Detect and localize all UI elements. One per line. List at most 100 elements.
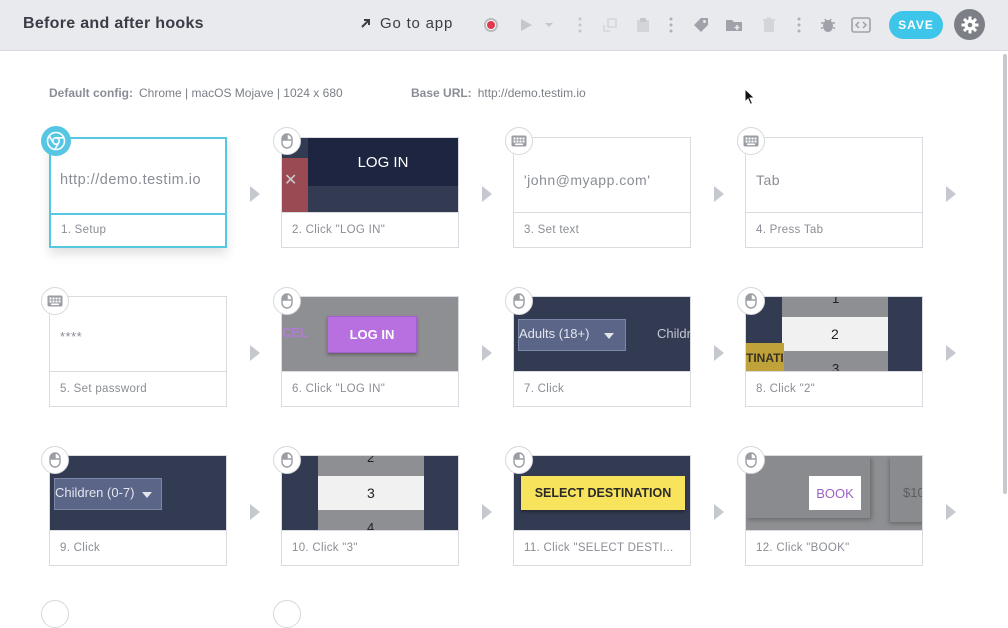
record-icon	[484, 18, 498, 32]
mouse-icon	[273, 600, 301, 628]
next-arrow-icon	[714, 345, 724, 361]
settings-button[interactable]	[954, 9, 985, 40]
step-thumbnail: ✕ LOG IN	[282, 138, 458, 213]
step-thumb-text: Children (0-7)	[55, 485, 135, 500]
vertical-dots-icon	[578, 17, 582, 33]
more-options-button[interactable]	[571, 16, 589, 34]
step-card-9[interactable]: Children (0-7) 9. Click	[49, 455, 227, 566]
next-arrow-icon	[482, 186, 492, 202]
more-options-button-2[interactable]	[662, 16, 680, 34]
base-url-label: Base URL:	[411, 86, 472, 100]
step-label: 3. Set text	[524, 224, 580, 236]
paste-button[interactable]	[634, 16, 652, 34]
base-url[interactable]: Base URL: http://demo.testim.io	[411, 86, 586, 100]
step-card-6[interactable]: CEL LOG IN 6. Click "LOG IN"	[281, 296, 459, 407]
record-button[interactable]	[482, 16, 500, 34]
step-thumb-text: Tab	[756, 172, 781, 188]
play-options-dropdown[interactable]	[542, 16, 556, 34]
keyboard-icon	[505, 127, 533, 155]
scrollbar-thumb[interactable]	[1003, 54, 1007, 494]
mouse-icon	[505, 287, 533, 315]
step-label: 2. Click "LOG IN"	[292, 224, 386, 236]
step-thumb-text: LOG IN	[357, 153, 409, 171]
play-button[interactable]	[517, 16, 535, 34]
step-thumb-text-4: TINATI	[746, 351, 784, 365]
clipboard-icon	[637, 18, 649, 32]
mouse-icon	[273, 446, 301, 474]
next-arrow-icon	[250, 345, 260, 361]
step-card-3[interactable]: 'john@myapp.com' 3. Set text	[513, 137, 691, 248]
step-thumb-text-3: 4	[367, 520, 375, 531]
chevron-down-icon	[604, 333, 614, 339]
step-card-2[interactable]: ✕ LOG IN 2. Click "LOG IN"	[281, 137, 459, 248]
mouse-icon	[737, 446, 765, 474]
close-icon: ✕	[284, 172, 298, 189]
step-thumb-text: BOOK	[809, 476, 861, 510]
step-thumb-text: http://demo.testim.io	[60, 172, 202, 188]
mouse-icon	[737, 287, 765, 315]
code-icon	[851, 17, 871, 33]
step-thumbnail: http://demo.testim.io	[51, 139, 227, 215]
more-options-button-3[interactable]	[790, 16, 808, 34]
step-label: 10. Click "3"	[292, 542, 358, 554]
step-card-8[interactable]: TINATI 1 2 3 8. Click "2"	[745, 296, 923, 407]
step-card-5[interactable]: **** 5. Set password	[49, 296, 227, 407]
step-card-12[interactable]: BOOK $10 12. Click "BOOK"	[745, 455, 923, 566]
step-label: 1. Setup	[61, 224, 107, 236]
step-thumb-text: 3	[367, 485, 375, 501]
default-config[interactable]: Default config: Chrome | macOS Mojave | 1…	[49, 86, 343, 100]
code-button[interactable]	[851, 16, 871, 34]
go-to-app-button[interactable]: Go to app	[360, 15, 453, 32]
step-thumb-text: SELECT DESTINATION	[521, 476, 685, 510]
play-icon	[521, 19, 532, 31]
step-card-10[interactable]: 2 3 4 10. Click "3"	[281, 455, 459, 566]
base-url-value: http://demo.testim.io	[477, 86, 586, 100]
step-label: 4. Press Tab	[756, 224, 824, 236]
scrollbar[interactable]	[1002, 52, 1008, 494]
mouse-icon	[41, 446, 69, 474]
step-thumbnail: BOOK $10	[746, 456, 922, 531]
step-thumbnail: 'john@myapp.com'	[514, 138, 690, 213]
step-thumbnail: SELECT DESTINATION	[514, 456, 690, 531]
step-thumbnail: Adults (18+) Childr	[514, 297, 690, 372]
mouse-icon	[41, 600, 69, 628]
next-arrow-icon	[714, 186, 724, 202]
add-to-folder-button[interactable]	[725, 16, 743, 34]
next-arrow-icon	[946, 345, 956, 361]
tag-button[interactable]	[692, 16, 710, 34]
keyboard-icon	[41, 287, 69, 315]
folder-plus-icon	[726, 20, 742, 31]
save-button[interactable]: SAVE	[889, 11, 943, 39]
trash-icon	[763, 17, 775, 32]
next-arrow-icon	[714, 504, 724, 520]
chevron-down-icon	[545, 23, 553, 27]
step-label: 6. Click "LOG IN"	[292, 383, 386, 395]
step-card-4[interactable]: Tab 4. Press Tab	[745, 137, 923, 248]
vertical-dots-icon	[669, 17, 673, 33]
default-config-label: Default config:	[49, 86, 133, 100]
chevron-down-icon	[142, 492, 152, 498]
step-card-1[interactable]: http://demo.testim.io 1. Setup	[49, 137, 227, 248]
next-arrow-icon	[482, 504, 492, 520]
delete-button[interactable]	[760, 16, 778, 34]
page-title: Before and after hooks	[23, 15, 204, 32]
step-thumb-text-2: 2	[367, 456, 375, 465]
mouse-cursor-icon	[744, 88, 756, 106]
step-thumbnail: Tab	[746, 138, 922, 213]
step-label: 9. Click	[60, 542, 101, 554]
step-thumbnail: Children (0-7)	[50, 456, 226, 531]
step-card-7[interactable]: Adults (18+) Childr 7. Click	[513, 296, 691, 407]
step-thumb-text-2: $10	[903, 485, 922, 500]
chrome-icon	[41, 126, 71, 156]
step-thumb-text-3: 3	[832, 361, 840, 372]
next-arrow-icon	[946, 186, 956, 202]
debug-button[interactable]	[819, 16, 837, 34]
default-config-value: Chrome | macOS Mojave | 1024 x 680	[139, 86, 343, 100]
step-thumb-text-2: 1	[832, 297, 840, 306]
step-thumb-text: Adults (18+)	[519, 326, 590, 341]
step-label: 12. Click "BOOK"	[756, 542, 850, 554]
mouse-icon	[273, 287, 301, 315]
top-bar: Before and after hooks Go to app SAVE	[0, 0, 1008, 51]
add-step-button[interactable]	[601, 16, 619, 34]
step-card-11[interactable]: SELECT DESTINATION 11. Click "SELECT DES…	[513, 455, 691, 566]
